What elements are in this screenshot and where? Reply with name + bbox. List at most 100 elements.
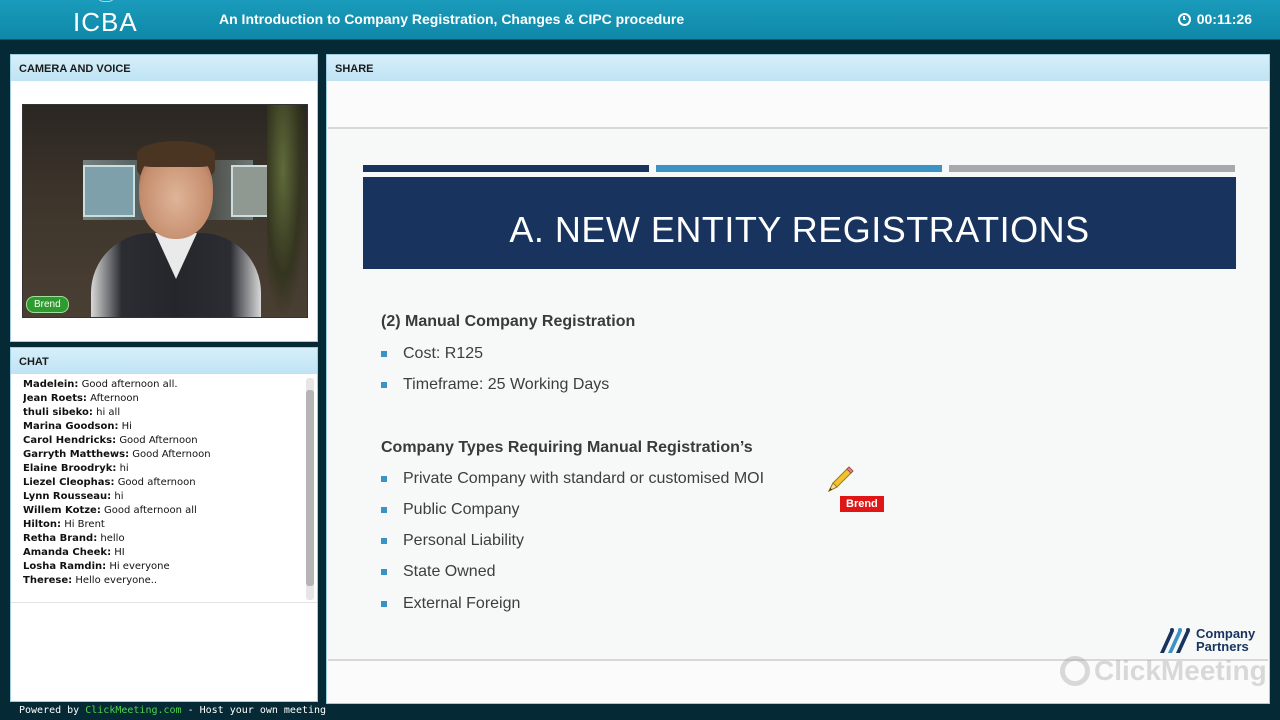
bullet-item: Timeframe: 25 Working Days bbox=[381, 376, 609, 394]
chat-message-author: Garryth Matthews: bbox=[23, 449, 130, 460]
slide-accent-bar bbox=[656, 165, 942, 172]
pointer-name-tag: Brend bbox=[840, 496, 884, 512]
slide-accent-bar bbox=[949, 165, 1235, 172]
bullet-text: Personal Liability bbox=[403, 532, 524, 549]
chat-message: thuli sibeko: hi all bbox=[23, 406, 303, 420]
bullet-item: Public Company bbox=[381, 501, 520, 519]
chat-message-text: hi bbox=[114, 491, 124, 502]
bullet-square-icon bbox=[381, 569, 387, 575]
chat-message-text: Good afternoon bbox=[117, 477, 196, 488]
bullet-square-icon bbox=[381, 507, 387, 513]
chat-message-author: Amanda Cheek: bbox=[23, 547, 112, 558]
chat-message: Jean Roets: Afternoon bbox=[23, 392, 303, 406]
presenter-hair-top bbox=[137, 141, 215, 167]
chat-message: Elaine Broodryk: hi bbox=[23, 462, 303, 476]
bullet-square-icon bbox=[381, 538, 387, 544]
clock-icon bbox=[1177, 12, 1191, 26]
meeting-timer: 00:11:26 bbox=[1177, 11, 1252, 27]
chat-message: Carol Hendricks: Good Afternoon bbox=[23, 434, 303, 448]
chat-message: Marina Goodson: Hi bbox=[23, 420, 303, 434]
bullet-square-icon bbox=[381, 382, 387, 388]
company-partners-text: Company Partners bbox=[1196, 627, 1255, 653]
slide-banner: A. NEW ENTITY REGISTRATIONS bbox=[363, 177, 1236, 269]
chat-message-text: HI bbox=[114, 547, 125, 558]
bullet-text: State Owned bbox=[403, 563, 496, 580]
bullet-item: Cost: R125 bbox=[381, 345, 483, 363]
chat-message-text: Hello everyone.. bbox=[75, 575, 158, 586]
chat-message: Willem Kotze: Good afternoon all bbox=[23, 504, 303, 518]
bullet-square-icon bbox=[381, 351, 387, 357]
bullet-text: Public Company bbox=[403, 501, 520, 518]
chat-message-author: Hilton: bbox=[23, 519, 61, 530]
chat-message: Liezel Cleophas: Good afternoon bbox=[23, 476, 303, 490]
chat-message-author: Elaine Broodryk: bbox=[23, 463, 117, 474]
chat-message-text: Hi everyone bbox=[109, 561, 170, 572]
chat-message: Retha Brand: hello bbox=[23, 532, 303, 546]
bullet-text: External Foreign bbox=[403, 595, 521, 612]
bullet-square-icon bbox=[381, 476, 387, 482]
chat-message-text: Good afternoon all. bbox=[81, 379, 178, 390]
footer-prefix: Powered by bbox=[19, 705, 86, 716]
chat-scrollbar[interactable] bbox=[306, 378, 314, 600]
bullet-text: Private Company with standard or customi… bbox=[403, 470, 765, 487]
section-title: Company Types Requiring Manual Registrat… bbox=[381, 439, 753, 456]
chat-message-text: Good Afternoon bbox=[119, 435, 198, 446]
chat-message-author: Losha Ramdin: bbox=[23, 561, 107, 572]
chat-message-text: hello bbox=[100, 533, 125, 544]
chat-message-text: Hi bbox=[121, 421, 132, 432]
pencil-pointer-icon bbox=[827, 466, 854, 493]
clickmeeting-watermark: ClickMeeting bbox=[1060, 655, 1267, 687]
chat-message-author: Carol Hendricks: bbox=[23, 435, 117, 446]
bullet-text: Timeframe: 25 Working Days bbox=[403, 376, 610, 393]
chat-message: Losha Ramdin: Hi everyone bbox=[23, 560, 303, 574]
company-partners-logo-icon bbox=[1160, 628, 1190, 653]
chat-scrollbar-thumb[interactable] bbox=[306, 390, 314, 586]
chat-message-author: Marina Goodson: bbox=[23, 421, 119, 432]
section-title: (2) Manual Company Registration bbox=[381, 313, 636, 330]
share-panel: SHARE A. NEW ENTITY REGISTRATIONS (2) Ma… bbox=[326, 54, 1270, 704]
chat-message: Amanda Cheek: HI bbox=[23, 546, 303, 560]
chat-message-author: Retha Brand: bbox=[23, 533, 98, 544]
chat-message-text: Good Afternoon bbox=[132, 449, 211, 460]
bullet-item: Private Company with standard or customi… bbox=[381, 470, 764, 488]
presenter-video[interactable]: Brend bbox=[22, 104, 308, 318]
chat-message-text: hi all bbox=[96, 407, 121, 418]
slide-title: A. NEW ENTITY REGISTRATIONS bbox=[509, 209, 1090, 250]
watermark-text: ClickMeeting bbox=[1094, 655, 1267, 686]
chat-message-list: Madelein: Good afternoon all. Jean Roets:… bbox=[23, 378, 303, 598]
chat-panel: CHAT Madelein: Good afternoon all. Jean R… bbox=[10, 347, 318, 702]
chat-message-author: Liezel Cleophas: bbox=[23, 477, 115, 488]
chat-panel-header: CHAT bbox=[11, 348, 317, 374]
bullet-item: Personal Liability bbox=[381, 532, 524, 550]
chat-message-text: Good afternoon all bbox=[104, 505, 197, 516]
powered-by-footer: Powered by ClickMeeting.com - Host your … bbox=[19, 705, 326, 716]
chat-message: Garryth Matthews: Good Afternoon bbox=[23, 448, 303, 462]
chat-message: Therese: Hello everyone.. bbox=[23, 574, 303, 588]
company-partners-logo: Company Partners bbox=[1158, 627, 1255, 653]
bullet-item: State Owned bbox=[381, 563, 496, 581]
chat-message-text: Afternoon bbox=[90, 393, 139, 404]
camera-voice-panel: CAMERA AND VOICE Brend bbox=[10, 54, 318, 342]
plant bbox=[267, 105, 307, 317]
bullet-square-icon bbox=[381, 601, 387, 607]
chat-message-author: Madelein: bbox=[23, 379, 79, 390]
chat-divider bbox=[11, 602, 317, 603]
camera-panel-header: CAMERA AND VOICE bbox=[11, 55, 317, 81]
chat-message-author: Therese: bbox=[23, 575, 73, 586]
presentation-slide: A. NEW ENTITY REGISTRATIONS (2) Manual C… bbox=[328, 127, 1268, 661]
presenter-name-tag: Brend bbox=[26, 296, 69, 313]
clickmeeting-watermark-icon bbox=[1060, 656, 1090, 686]
wall-picture bbox=[83, 165, 135, 217]
timer-value: 00:11:26 bbox=[1196, 11, 1252, 27]
chat-message: Hilton: Hi Brent bbox=[23, 518, 303, 532]
footer-suffix: - Host your own meeting bbox=[181, 705, 327, 716]
chat-message: Lynn Rousseau: hi bbox=[23, 490, 303, 504]
chat-message-text: Hi Brent bbox=[64, 519, 105, 530]
top-bar: ICBA An Introduction to Company Registra… bbox=[0, 0, 1280, 40]
bullet-text: Cost: R125 bbox=[403, 345, 484, 362]
chat-message-text: hi bbox=[119, 463, 129, 474]
share-panel-header: SHARE bbox=[327, 55, 1269, 81]
clickmeeting-link[interactable]: ClickMeeting.com bbox=[85, 705, 181, 716]
brand-line-2: Partners bbox=[1196, 639, 1249, 654]
bullet-item: External Foreign bbox=[381, 595, 520, 613]
